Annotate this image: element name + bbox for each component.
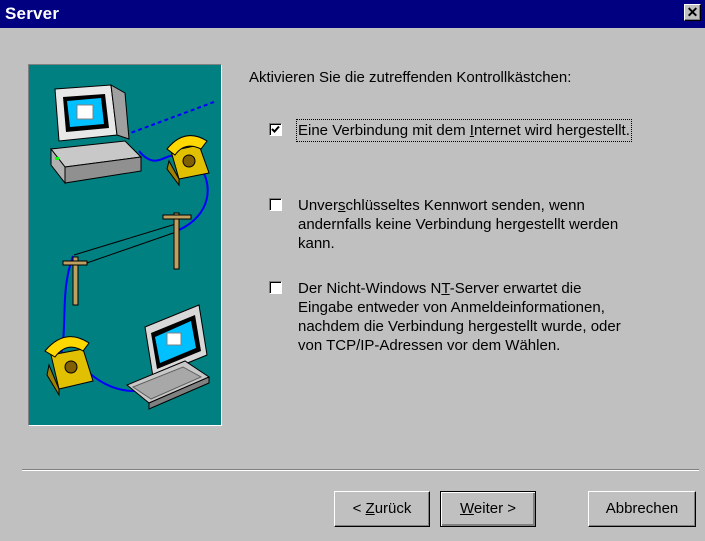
- checkbox-box[interactable]: [269, 123, 282, 136]
- next-button-label: Weiter >: [460, 500, 516, 517]
- close-button[interactable]: ✕: [684, 4, 701, 21]
- cancel-button-label: Abbrechen: [605, 500, 679, 517]
- non-windows-server-label: Der Nicht-Windows NT-Server erwartet die…: [298, 280, 621, 354]
- title-bar[interactable]: Server ✕: [0, 0, 705, 28]
- separator-line: [22, 469, 699, 471]
- cancel-button[interactable]: Abbrechen: [588, 491, 696, 527]
- unencrypted-password-label: Unverschlüsseltes Kennwort senden, wenn a…: [298, 197, 619, 252]
- close-icon: ✕: [686, 4, 699, 20]
- next-button[interactable]: Weiter >: [440, 491, 536, 527]
- back-button[interactable]: < Zurück: [334, 491, 430, 527]
- back-button-label: < Zurück: [352, 500, 412, 517]
- checkbox-box[interactable]: [269, 281, 282, 294]
- wizard-illustration: [28, 64, 222, 426]
- internet-connection-label: Eine Verbindung mit dem Internet wird he…: [296, 119, 632, 142]
- checkbox-box[interactable]: [269, 198, 282, 211]
- window-title: Server: [5, 4, 60, 23]
- instruction-text: Aktivieren Sie die zutreffenden Kontroll…: [249, 69, 572, 86]
